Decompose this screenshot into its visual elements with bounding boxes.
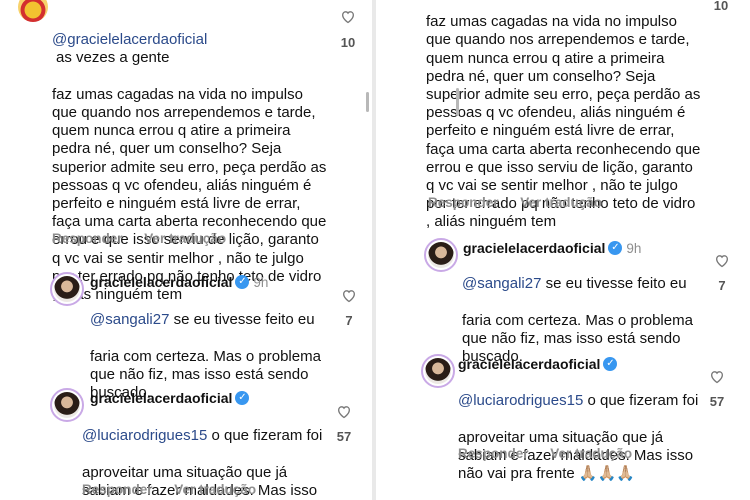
reply-button[interactable]: Responder	[52, 231, 123, 246]
reply-header: gracielelacerdaoficial ✓	[90, 390, 250, 406]
heart-outline-icon[interactable]	[709, 369, 725, 384]
heart-outline-icon[interactable]	[341, 288, 357, 303]
heart-outline-icon[interactable]	[336, 404, 352, 419]
reply-timestamp: 9h	[253, 274, 269, 290]
scrollbar[interactable]	[456, 88, 459, 116]
reply-like-count: 57	[336, 429, 352, 444]
scrollbar[interactable]	[366, 92, 369, 112]
verified-badge-icon: ✓	[235, 391, 250, 405]
main-comment-body: faz umas cagadas na vida no impulso que …	[52, 85, 327, 304]
reply-button[interactable]: Responder	[82, 482, 153, 497]
reply-like-count: 7	[345, 313, 353, 328]
reply-mention[interactable]: @luciarodrigues15	[82, 427, 207, 444]
reply-header: gracielelacerdaoficial ✓ 9h	[90, 274, 268, 290]
heart-outline-icon[interactable]	[340, 9, 356, 24]
reply-first-line: se eu tivesse feito eu	[541, 275, 687, 293]
reply-mention[interactable]: @sangali27	[90, 311, 169, 328]
reply-username[interactable]: gracielelacerdaoficial	[458, 356, 600, 372]
main-comment-first-line: as vezes a gente	[56, 49, 170, 67]
reply-username[interactable]: gracielelacerdaoficial	[463, 240, 605, 256]
heart-outline-icon[interactable]	[714, 253, 730, 268]
reply-timestamp: 9h	[626, 240, 642, 256]
reply-avatar[interactable]	[424, 238, 458, 272]
reply-avatar[interactable]	[50, 272, 84, 306]
reply-header: gracielelacerdaoficial ✓ 9h	[463, 240, 641, 256]
reply-first-line: se eu tivesse feito eu	[169, 311, 315, 329]
translate-button[interactable]: Ver tradução	[550, 446, 632, 461]
main-comment-text: @gracielelacerdaoficial as vezes a gente…	[52, 13, 352, 304]
main-comment-like-count: 10	[713, 0, 729, 13]
right-screenshot: faz umas cagadas na vida no impulso que …	[376, 0, 750, 500]
reply-header: gracielelacerdaoficial ✓	[458, 356, 618, 372]
reply-button[interactable]: Responder	[458, 446, 529, 461]
reply-username[interactable]: gracielelacerdaoficial	[90, 390, 232, 406]
reply-avatar[interactable]	[421, 354, 455, 388]
left-screenshot: @gracielelacerdaoficial as vezes a gente…	[0, 0, 372, 500]
reply-first-line: o que fizeram foi	[207, 427, 323, 445]
main-comment-actions: Responder Ver tradução	[428, 195, 620, 210]
verified-badge-icon: ✓	[608, 241, 623, 255]
main-comment-username[interactable]: @gracielelacerdaoficial	[52, 31, 207, 48]
reply-button[interactable]: Responder	[428, 195, 499, 210]
reply-first-line: o que fizeram foi	[583, 392, 699, 410]
reply-like-count: 7	[718, 278, 726, 293]
verified-badge-icon: ✓	[235, 275, 250, 289]
reply-text: @sangali27 se eu tivesse feito eu faria …	[462, 257, 702, 366]
translate-button[interactable]: Ver tradução	[520, 195, 602, 210]
reply-like-count: 57	[709, 394, 725, 409]
main-comment-actions: Responder Ver tradução	[52, 231, 244, 246]
main-comment-like-count: 10	[340, 35, 356, 50]
reply-actions: Responder Ver tradução	[82, 482, 274, 497]
reply-text: @luciarodrigues15 o que fizeram foi apro…	[458, 374, 718, 483]
translate-button[interactable]: Ver tradução	[144, 231, 226, 246]
reply-mention[interactable]: @luciarodrigues15	[458, 392, 583, 409]
reply-username[interactable]: gracielelacerdaoficial	[90, 274, 232, 290]
verified-badge-icon: ✓	[603, 357, 618, 371]
reply-actions: Responder Ver tradução	[458, 446, 650, 461]
translate-button[interactable]: Ver tradução	[174, 482, 256, 497]
reply-mention[interactable]: @sangali27	[462, 275, 541, 292]
reply-avatar[interactable]	[50, 388, 84, 422]
reply-text: @sangali27 se eu tivesse feito eu faria …	[90, 293, 330, 402]
commenter-avatar[interactable]	[18, 0, 48, 22]
